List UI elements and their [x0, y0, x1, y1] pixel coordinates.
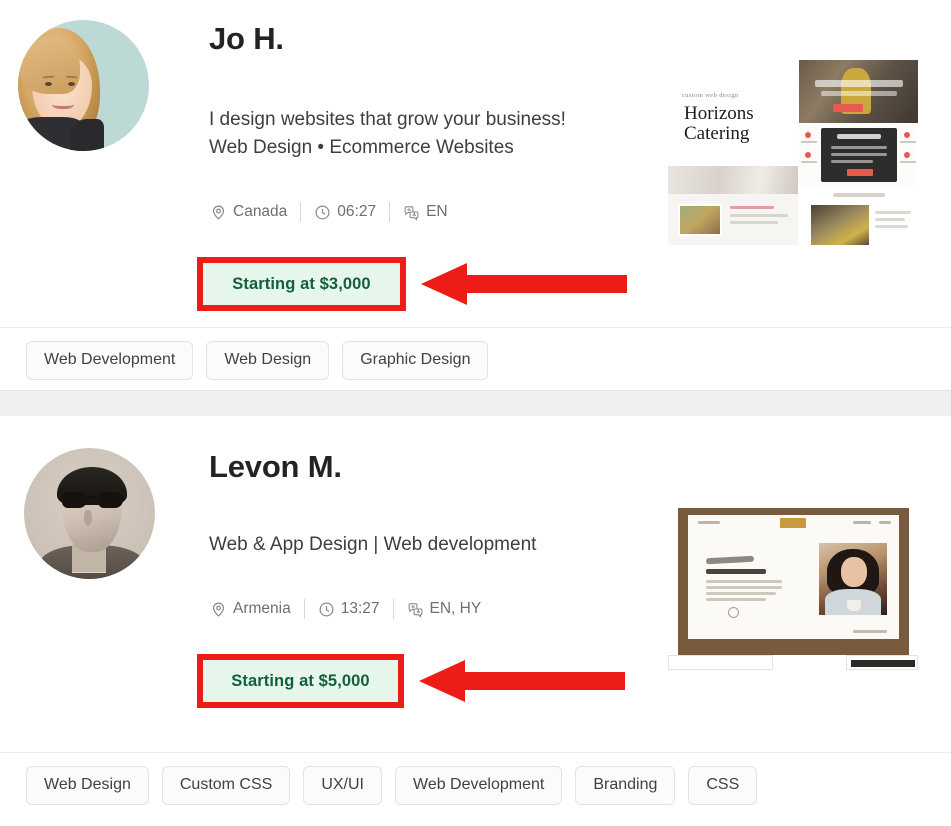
tagline-line-2: Web Design • Ecommerce Websites [209, 136, 514, 158]
local-time-label: 13:27 [340, 600, 380, 617]
location-meta: Armenia [210, 600, 291, 618]
location-label: Canada [233, 203, 288, 220]
portfolio-frame [678, 508, 909, 647]
meta-divider [389, 202, 391, 222]
map-pin-icon [210, 204, 227, 221]
clock-icon [318, 601, 335, 618]
map-pin-icon [210, 601, 227, 618]
languages-label: EN [426, 203, 448, 220]
tag-chip[interactable]: Web Design [206, 341, 330, 381]
meta-divider [392, 599, 394, 619]
profile-info-1: Jo H. [209, 21, 284, 56]
tag-chip[interactable]: Web Development [26, 341, 194, 381]
local-time-label: 06:27 [337, 203, 377, 220]
portfolio-tile-footer [799, 187, 918, 245]
status-badge[interactable]: Starting at $3,000 [203, 263, 400, 305]
portfolio-footer-right [846, 655, 918, 670]
portfolio-tile-brand: custom web design Horizons Catering [668, 60, 798, 165]
tag-chip[interactable]: UX/UI [303, 766, 382, 806]
tag-chip[interactable]: Web Development [395, 766, 563, 806]
tags-row-2: Web Design Custom CSS UX/UI Web Developm… [26, 766, 758, 806]
meta-divider [300, 202, 302, 222]
arrow-to-price-1 [421, 262, 627, 306]
avatar[interactable] [18, 20, 149, 151]
card-separator-band [0, 390, 951, 416]
arrow-to-price-2 [419, 659, 625, 703]
page-title: Jo H. [209, 21, 284, 56]
portfolio-screen [688, 515, 899, 639]
time-meta: 13:27 [318, 600, 380, 618]
portfolio-tile-features [799, 124, 918, 186]
tagline-1: I design websites that grow your busines… [209, 106, 566, 161]
avatar[interactable] [24, 448, 155, 579]
tag-chip[interactable]: Branding [575, 766, 676, 806]
location-label: Armenia [233, 600, 291, 617]
portfolio-thumbnail-1[interactable]: custom web design Horizons Catering [668, 60, 918, 245]
status-badge[interactable]: Starting at $5,000 [203, 660, 398, 702]
page-title: Levon M. [209, 449, 342, 484]
language-meta: EN [403, 203, 448, 221]
tagline-2: Web & App Design | Web development [209, 531, 536, 559]
meta-divider [303, 599, 305, 619]
search-results-page: Jo H. I design websites that grow your b… [0, 0, 951, 826]
translate-icon [407, 601, 424, 618]
translate-icon [403, 204, 420, 221]
profile-meta-2: Armenia 13:27 EN, HY [210, 599, 481, 619]
language-meta: EN, HY [407, 600, 482, 618]
languages-label: EN, HY [429, 600, 482, 617]
price-highlight-box-2: Starting at $5,000 [197, 654, 404, 708]
tags-row-1: Web Development Web Design Graphic Desig… [26, 341, 489, 381]
tag-chip[interactable]: Custom CSS [161, 766, 291, 806]
tagline-line-1: I design websites that grow your busines… [209, 109, 566, 130]
portfolio-tile-gallery [668, 166, 798, 245]
portfolio-thumbnail-2[interactable] [668, 508, 918, 670]
location-meta: Canada [210, 203, 287, 221]
card-divider-1 [0, 327, 951, 328]
portfolio-footer-left [668, 655, 773, 670]
portfolio-title: Horizons Catering [684, 103, 754, 144]
profile-info-2: Levon M. [209, 449, 342, 484]
tag-chip[interactable]: Web Design [26, 766, 149, 806]
time-meta: 06:27 [314, 203, 376, 221]
tag-chip[interactable]: Graphic Design [342, 341, 489, 381]
card-divider-2 [0, 752, 951, 753]
tagline-line-1: Web & App Design | Web development [209, 534, 537, 555]
portfolio-eyebrow: custom web design [682, 92, 739, 99]
profile-meta-1: Canada 06:27 EN [210, 202, 448, 222]
avatar-image-levon [24, 448, 155, 579]
clock-icon [314, 204, 331, 221]
portfolio-tile-hero [799, 60, 918, 123]
avatar-image-jo [18, 20, 149, 151]
tag-chip[interactable]: CSS [688, 766, 758, 806]
price-highlight-box-1: Starting at $3,000 [197, 257, 406, 311]
